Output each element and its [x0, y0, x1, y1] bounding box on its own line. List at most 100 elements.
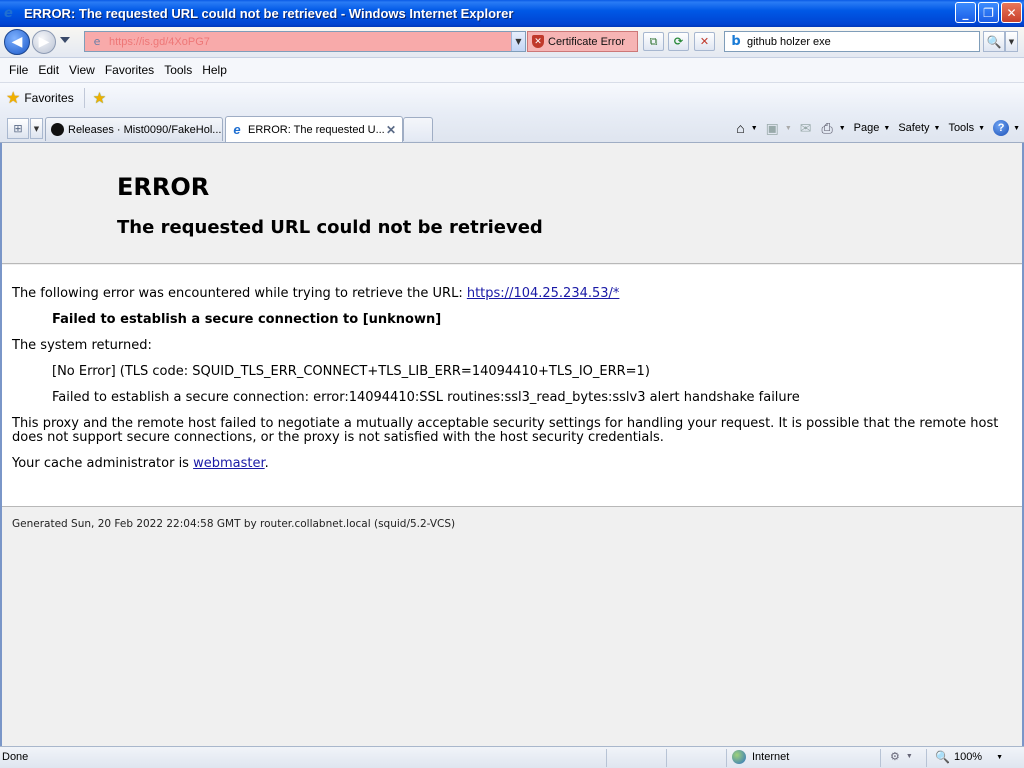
ie-icon: e — [233, 122, 241, 137]
print-button[interactable]: ⎙ ▼ — [818, 120, 850, 137]
help-icon: ? — [993, 120, 1010, 136]
compatibility-view-button[interactable]: ⧉ — [643, 32, 664, 51]
zoom-icon: 🔍 — [935, 750, 950, 764]
quick-tabs-button[interactable]: ⊞ — [7, 118, 29, 139]
search-button[interactable]: 🔍 — [983, 31, 1005, 52]
page-menu[interactable]: Page ▼ — [850, 122, 895, 134]
menu-favorites[interactable]: Favorites — [100, 61, 159, 79]
close-button[interactable]: ✕ — [1001, 2, 1022, 23]
menu-bar: File Edit View Favorites Tools Help — [0, 58, 1024, 83]
divider — [926, 749, 927, 767]
page-title: ERROR — [117, 173, 210, 201]
tools-menu[interactable]: Tools ▼ — [944, 122, 989, 134]
webmaster-link[interactable]: webmaster — [193, 456, 265, 471]
tab-label: Releases · Mist0090/FakeHol... — [68, 123, 222, 136]
divider — [726, 749, 727, 767]
admin-line: Your cache administrator is webmaster. — [12, 457, 1008, 471]
zone-label: Internet — [752, 751, 790, 763]
github-icon — [50, 123, 64, 137]
add-to-favorites-bar-icon[interactable]: ★ — [93, 89, 106, 107]
gear-icon: ⚙ — [890, 751, 900, 763]
divider — [666, 749, 667, 767]
tab-releases[interactable]: Releases · Mist0090/FakeHol... — [45, 117, 223, 141]
back-button[interactable]: ◀ — [4, 29, 30, 55]
tls-code-text: [No Error] (TLS code: SQUID_TLS_ERR_CONN… — [52, 364, 650, 379]
close-tab-button[interactable]: ✕ — [384, 123, 398, 137]
search-options-dropdown[interactable]: ▼ — [1005, 31, 1018, 52]
new-tab-button[interactable] — [403, 117, 433, 141]
bing-icon: b — [731, 34, 741, 49]
ie-icon: e — [4, 5, 13, 21]
home-button[interactable]: ⌂ ▼ — [732, 120, 761, 136]
tab-error[interactable]: e ERROR: The requested U... ✕ — [225, 116, 403, 142]
maximize-button[interactable]: ❐ — [978, 2, 999, 23]
status-text: Done — [2, 751, 29, 763]
status-bar: Done Internet ⚙ ▼ 🔍 100% ▼ — [0, 746, 1024, 768]
requested-url-link[interactable]: https://104.25.234.53/* — [467, 286, 620, 301]
address-bar[interactable]: e https://is.gd/4XoPG7 ▼ — [84, 31, 526, 52]
failed-secure-text: Failed to establish a secure connection … — [52, 312, 442, 327]
forward-button[interactable]: ▶ — [32, 30, 56, 54]
title-bar: e ERROR: The requested URL could not be … — [0, 0, 1024, 27]
globe-icon — [732, 750, 746, 764]
protected-mode-button[interactable]: ⚙ ▼ — [890, 750, 913, 763]
certificate-error-button[interactable]: ✕ Certificate Error — [527, 31, 638, 52]
admin-prefix: Your cache administrator is — [12, 456, 194, 471]
divider — [880, 749, 881, 767]
error-header: ERROR The requested URL could not be ret… — [2, 143, 1022, 264]
address-dropdown-button[interactable]: ▼ — [511, 32, 525, 51]
divider — [606, 749, 607, 767]
rss-icon: ▣ — [765, 119, 779, 136]
tools-menu-label: Tools — [948, 122, 975, 134]
menu-file[interactable]: File — [4, 61, 33, 79]
refresh-button[interactable]: ⟳ — [668, 32, 689, 51]
minimize-button[interactable]: _ — [955, 2, 976, 23]
divider — [83, 88, 85, 108]
page-content: ERROR The requested URL could not be ret… — [0, 143, 1024, 746]
chevron-down-icon: ▼ — [996, 753, 1004, 761]
tab-list-dropdown[interactable]: ▼ — [30, 118, 43, 139]
footer-text: Generated Sun, 20 Feb 2022 22:04:58 GMT … — [12, 518, 456, 530]
menu-edit[interactable]: Edit — [33, 61, 64, 79]
read-mail-button[interactable]: ✉ — [796, 120, 818, 137]
security-zone[interactable]: Internet — [732, 750, 789, 764]
stop-button[interactable]: ✕ — [694, 32, 715, 51]
favorites-bar: ★ Favorites ★ — [0, 83, 1024, 113]
safety-menu-label: Safety — [898, 122, 930, 134]
tab-label: ERROR: The requested U... — [248, 123, 384, 136]
explanation-text: This proxy and the remote host failed to… — [12, 416, 999, 445]
admin-suffix: . — [264, 456, 269, 471]
command-bar: ⌂ ▼ ▣ ▼ ✉ ⎙ ▼ Page ▼ Safety ▼ Tools ▼ ? ▼ — [732, 116, 1024, 140]
window-controls: _ ❐ ✕ — [955, 2, 1022, 23]
menu-view[interactable]: View — [64, 61, 100, 79]
safety-menu[interactable]: Safety ▼ — [894, 122, 944, 134]
zoom-level: 100% — [953, 751, 983, 763]
feeds-button[interactable]: ▣ ▼ — [762, 120, 796, 137]
star-icon: ★ — [6, 90, 21, 107]
shield-x-icon: ✕ — [532, 35, 544, 48]
mail-icon: ✉ — [799, 119, 812, 136]
favorites-button[interactable]: ★ Favorites — [6, 88, 74, 108]
menu-help[interactable]: Help — [197, 61, 232, 79]
system-returned-text: The system returned: — [12, 338, 152, 353]
page-icon: e — [93, 35, 101, 48]
address-url[interactable]: https://is.gd/4XoPG7 — [109, 36, 511, 48]
certificate-error-label: Certificate Error — [548, 35, 626, 48]
menu-tools[interactable]: Tools — [159, 61, 197, 79]
page-subtitle: The requested URL could not be retrieved — [117, 217, 543, 238]
search-box[interactable]: b — [724, 31, 980, 52]
navigation-bar: ◀ ▶ e https://is.gd/4XoPG7 ▼ ✕ Certifica… — [0, 27, 1024, 58]
error-intro: The following error was encountered whil… — [12, 287, 1008, 301]
recent-pages-dropdown[interactable] — [60, 37, 70, 43]
window-title: ERROR: The requested URL could not be re… — [24, 6, 514, 21]
error-intro-text: The following error was encountered whil… — [12, 286, 467, 301]
favorites-label: Favorites — [24, 91, 74, 105]
home-icon: ⌂ — [736, 120, 745, 136]
search-input[interactable] — [747, 35, 967, 48]
help-button[interactable]: ? ▼ — [989, 120, 1024, 136]
zoom-button[interactable]: 🔍 100% ▼ — [935, 750, 1003, 764]
tab-row: ⊞ ▼ Releases · Mist0090/FakeHol... e ERR… — [0, 113, 1024, 143]
page-menu-label: Page — [853, 122, 880, 134]
ssl-error-text: Failed to establish a secure connection:… — [52, 390, 800, 405]
printer-icon: ⎙ — [821, 119, 833, 136]
